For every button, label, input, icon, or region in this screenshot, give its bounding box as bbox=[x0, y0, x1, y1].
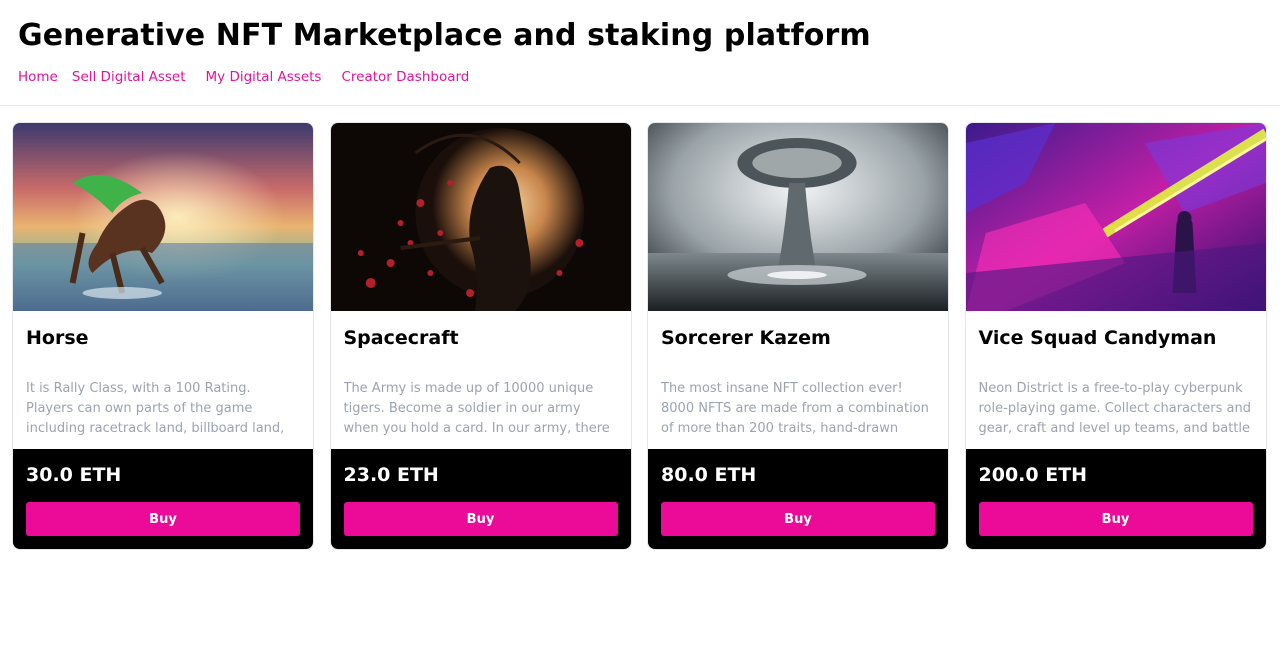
nft-image-vice-squad-candyman bbox=[965, 123, 1266, 311]
site-header: Generative NFT Marketplace and staking p… bbox=[0, 0, 1280, 106]
nft-name: Sorcerer Kazem bbox=[661, 327, 831, 349]
page-title: Generative NFT Marketplace and staking p… bbox=[18, 18, 871, 53]
nft-price: 200.0 ETH bbox=[978, 464, 1088, 486]
nav-link-home[interactable]: Home bbox=[18, 69, 58, 85]
buy-button[interactable]: Buy bbox=[26, 502, 300, 536]
nft-description: It is Rally Class, with a 100 Rating. Pl… bbox=[26, 381, 285, 436]
nft-image-sorcerer-kazem bbox=[648, 123, 948, 311]
nft-card: Vice Squad Candyman Neon District is a f… bbox=[964, 122, 1267, 550]
nft-name: Horse bbox=[26, 327, 89, 349]
nft-card: Sorcerer Kazem The most insane NFT colle… bbox=[647, 122, 949, 550]
page: Generative NFT Marketplace and staking p… bbox=[0, 0, 1280, 668]
nft-image-spacecraft bbox=[330, 123, 631, 311]
nft-price: 23.0 ETH bbox=[343, 464, 439, 486]
nft-description: Neon District is a free-to-play cyberpun… bbox=[978, 381, 1251, 436]
nft-image-horse bbox=[13, 123, 313, 311]
nft-card-body: Horse It is Rally Class, with a 100 Rati… bbox=[13, 311, 313, 451]
buy-button[interactable]: Buy bbox=[978, 502, 1253, 536]
nft-price: 80.0 ETH bbox=[661, 464, 757, 486]
buy-button[interactable]: Buy bbox=[661, 502, 935, 536]
nft-card-body: Sorcerer Kazem The most insane NFT colle… bbox=[648, 311, 948, 451]
nft-card-footer: 23.0 ETH Buy bbox=[330, 449, 631, 549]
nft-card: Horse It is Rally Class, with a 100 Rati… bbox=[12, 122, 314, 550]
nft-name: Spacecraft bbox=[343, 327, 459, 349]
nft-description: The most insane NFT collection ever! 800… bbox=[661, 381, 929, 436]
nav-link-creator-dashboard[interactable]: Creator Dashboard bbox=[341, 69, 469, 85]
nft-card-footer: 200.0 ETH Buy bbox=[965, 449, 1266, 549]
nav-link-sell-digital-asset[interactable]: Sell Digital Asset bbox=[72, 69, 186, 85]
nft-card-body: Spacecraft The Army is made up of 10000 … bbox=[331, 311, 631, 451]
nft-description: The Army is made up of 10000 unique tige… bbox=[343, 381, 610, 436]
nft-card-body: Vice Squad Candyman Neon District is a f… bbox=[966, 311, 1266, 451]
nft-card-footer: 30.0 ETH Buy bbox=[13, 449, 313, 549]
nft-card: Spacecraft The Army is made up of 10000 … bbox=[329, 122, 632, 550]
nft-grid: Horse It is Rally Class, with a 100 Rati… bbox=[12, 122, 1267, 550]
nav-link-my-digital-assets[interactable]: My Digital Assets bbox=[206, 69, 322, 85]
nft-card-footer: 80.0 ETH Buy bbox=[648, 449, 948, 549]
buy-button[interactable]: Buy bbox=[343, 502, 618, 536]
main-nav: Home Sell Digital Asset My Digital Asset… bbox=[18, 69, 1262, 85]
nft-name: Vice Squad Candyman bbox=[978, 327, 1217, 349]
nft-price: 30.0 ETH bbox=[26, 464, 122, 486]
